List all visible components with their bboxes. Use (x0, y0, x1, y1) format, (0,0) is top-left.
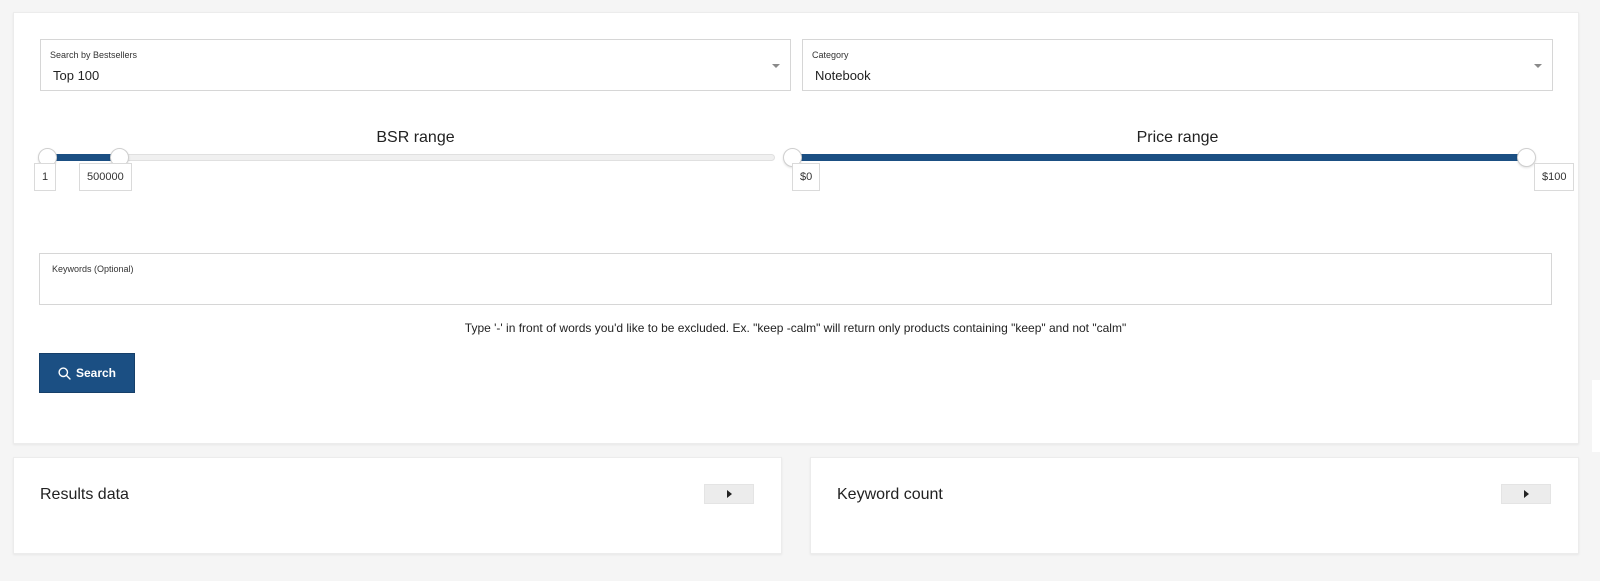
keyword-count-toggle-button[interactable] (1501, 484, 1551, 504)
bsr-slider-track[interactable] (47, 154, 775, 161)
bsr-range-title: BSR range (376, 129, 455, 146)
search-panel: Search by Bestsellers Top 100 Category N… (13, 12, 1579, 444)
caret-down-icon (772, 64, 780, 68)
results-data-toggle-button[interactable] (704, 484, 754, 504)
price-max-input[interactable]: $100 (1534, 163, 1575, 191)
keywords-input[interactable]: Keywords (Optional) (39, 253, 1552, 305)
triangle-right-icon (1523, 490, 1529, 498)
price-slider-max-handle[interactable] (1516, 148, 1536, 167)
caret-down-icon (1534, 64, 1542, 68)
results-data-title: Results data (40, 486, 129, 503)
bestsellers-select-value: Top 100 (53, 68, 100, 83)
price-slider-track[interactable] (792, 154, 1526, 161)
triangle-right-icon (726, 490, 732, 498)
page-edge-strip (1592, 380, 1600, 452)
price-slider-fill (793, 154, 1525, 161)
bestsellers-select[interactable]: Search by Bestsellers Top 100 (40, 39, 791, 91)
bsr-max-input[interactable]: 500000 (79, 163, 132, 191)
search-button[interactable]: Search (39, 353, 135, 393)
price-range-title: Price range (1136, 129, 1219, 146)
keyword-count-title: Keyword count (837, 486, 943, 503)
keywords-hint: Type '-' in front of words you'd like to… (464, 321, 1127, 335)
bestsellers-select-label: Search by Bestsellers (50, 50, 138, 60)
keyword-count-panel: Keyword count (810, 457, 1579, 554)
category-select-label: Category (812, 50, 849, 60)
keywords-input-label: Keywords (Optional) (52, 264, 134, 274)
category-select[interactable]: Category Notebook (802, 39, 1553, 91)
price-min-input[interactable]: $0 (792, 163, 821, 191)
magnifier-icon (58, 366, 71, 380)
category-select-value: Notebook (815, 68, 871, 83)
bsr-min-input[interactable]: 1 (34, 163, 57, 191)
results-data-panel: Results data (13, 457, 782, 554)
search-button-label: Search (75, 366, 117, 380)
